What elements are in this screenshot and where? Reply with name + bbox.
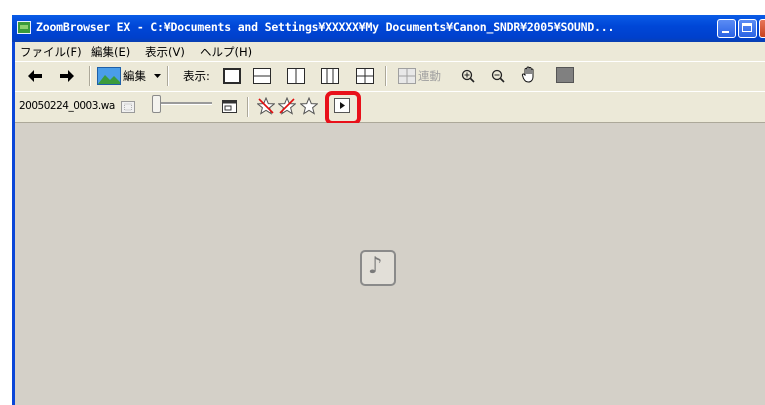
forward-arrow-icon[interactable] <box>60 70 74 82</box>
back-arrow-icon[interactable] <box>28 70 42 82</box>
zoom-in-icon[interactable] <box>461 69 475 83</box>
title-bar[interactable]: ZoomBrowser EX - C:¥Documents and Settin… <box>12 15 765 42</box>
play-button-highlight <box>325 91 361 125</box>
sync-icon <box>398 68 416 84</box>
toolbar-separator <box>385 66 387 86</box>
background-color-button[interactable] <box>556 67 574 83</box>
menu-view[interactable]: 表示(V) <box>145 44 185 60</box>
zoom-out-icon[interactable] <box>491 69 505 83</box>
view-horizontal-split-button[interactable] <box>253 68 271 84</box>
app-icon[interactable] <box>17 21 31 34</box>
toolbar-separator <box>247 97 249 117</box>
menu-file[interactable]: ファイル(F) <box>20 44 82 60</box>
sync-label: 連動 <box>418 69 441 83</box>
star-icon[interactable] <box>300 97 318 115</box>
remove-star-icon[interactable] <box>257 97 275 115</box>
app-window: ZoomBrowser EX - C:¥Documents and Settin… <box>0 0 765 405</box>
edit-label[interactable]: 編集 <box>123 68 146 84</box>
music-note-icon: ♪ <box>368 253 383 279</box>
toolbar-separator <box>167 66 169 86</box>
view-single-button[interactable] <box>223 68 241 84</box>
maximize-button[interactable] <box>738 19 757 38</box>
window-title: ZoomBrowser EX - C:¥Documents and Settin… <box>36 20 615 34</box>
view-three-column-button[interactable] <box>321 68 339 84</box>
menu-edit[interactable]: 編集(E) <box>91 44 130 60</box>
menu-bar: ファイル(F) 編集(E) 表示(V) ヘルプ(H) <box>15 42 765 61</box>
close-button[interactable] <box>759 19 765 38</box>
view-vertical-split-button[interactable] <box>287 68 305 84</box>
view-label: 表示: <box>183 69 210 83</box>
dropdown-arrow-icon[interactable] <box>154 74 161 79</box>
menu-help[interactable]: ヘルプ(H) <box>200 44 252 60</box>
fit-window-icon <box>121 101 135 113</box>
file-name: 20050224_0003.wa <box>19 100 115 112</box>
edit-image-icon[interactable] <box>97 67 121 85</box>
sound-file-icon[interactable]: ♪ <box>360 250 396 286</box>
hand-pan-icon[interactable] <box>521 66 537 84</box>
main-toolbar: 編集 表示: 連動 <box>15 61 765 91</box>
view-quad-button[interactable] <box>356 68 374 84</box>
minimize-button[interactable] <box>717 19 736 38</box>
viewer-toolbar: 20050224_0003.wa <box>15 91 765 123</box>
zoom-slider-track[interactable] <box>154 102 212 105</box>
actual-size-icon[interactable] <box>222 100 237 113</box>
toolbar-separator <box>89 66 91 86</box>
zoom-slider-handle[interactable] <box>152 95 161 113</box>
remove-star-icon[interactable] <box>278 97 296 115</box>
